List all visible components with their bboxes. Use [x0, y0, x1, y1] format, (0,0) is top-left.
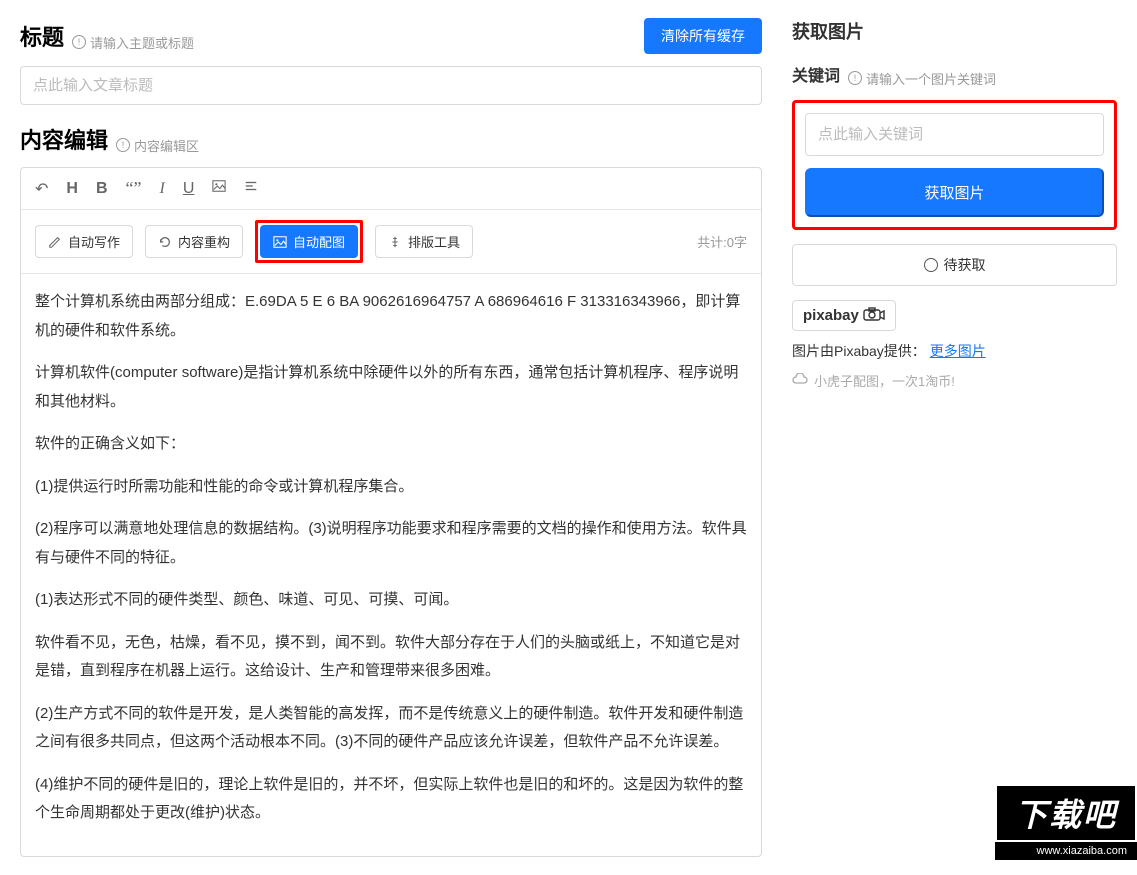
picture-icon: [273, 235, 287, 249]
keyword-label: 关键词: [792, 62, 840, 86]
format-toolbar: ↶ H B “” I U: [21, 168, 761, 210]
content-paragraph: (2)程序可以满意地处理信息的数据结构。(3)说明程序功能要求和程序需要的文档的…: [35, 515, 747, 572]
keyword-highlight-box: 获取图片: [792, 100, 1117, 230]
editor-section-header: 内容编辑 ! 内容编辑区: [20, 123, 762, 155]
underline-icon[interactable]: U: [183, 180, 195, 198]
get-image-button[interactable]: 获取图片: [805, 168, 1104, 217]
content-paragraph: (2)生产方式不同的软件是开发，是人类智能的高发挥，而不是传统意义上的硬件制造。…: [35, 700, 747, 757]
clear-cache-button[interactable]: 清除所有缓存: [644, 18, 762, 54]
italic-icon[interactable]: I: [160, 180, 165, 198]
more-images-link[interactable]: 更多图片: [930, 343, 986, 359]
content-paragraph: 软件的正确含义如下：: [35, 430, 747, 459]
keyword-hint: ! 请输入一个图片关键词: [848, 69, 996, 88]
info-icon: !: [848, 71, 862, 85]
watermark: 下载吧 www.xiazaiba.com: [995, 784, 1137, 860]
title-hint: ! 请输入主题或标题: [72, 33, 194, 52]
align-icon[interactable]: [244, 179, 258, 198]
title-label: 标题: [20, 20, 64, 52]
auto-write-button[interactable]: 自动写作: [35, 225, 133, 258]
undo-icon[interactable]: ↶: [35, 179, 48, 199]
watermark-logo: 下载吧: [995, 784, 1137, 842]
content-paragraph: (1)表达形式不同的硬件类型、颜色、味道、可见、可摸、可闻。: [35, 586, 747, 615]
content-paragraph: (1)提供运行时所需功能和性能的命令或计算机程序集合。: [35, 473, 747, 502]
pencil-icon: [48, 235, 62, 249]
quote-icon[interactable]: “”: [126, 178, 142, 199]
info-icon: !: [72, 35, 86, 49]
auto-image-highlight: 自动配图: [255, 220, 363, 263]
pixabay-badge: pixabay: [792, 300, 896, 331]
editor-hint: ! 内容编辑区: [116, 136, 199, 155]
editor-label: 内容编辑: [20, 123, 108, 155]
keyword-header: 关键词 ! 请输入一个图片关键词: [792, 62, 1117, 88]
article-title-input[interactable]: [20, 66, 762, 105]
image-icon[interactable]: [212, 179, 226, 198]
layout-icon: [388, 235, 402, 249]
action-toolbar: 自动写作 内容重构 自动配图 排版工具 共计:0字: [21, 210, 761, 274]
provider-line: 图片由Pixabay提供： 更多图片: [792, 341, 1117, 361]
content-paragraph: 软件看不见，无色，枯燥，看不见，摸不到，闻不到。软件大部分存在于人们的头脑或纸上…: [35, 629, 747, 686]
content-rebuild-button[interactable]: 内容重构: [145, 225, 243, 258]
refresh-icon: [158, 235, 172, 249]
watermark-url: www.xiazaiba.com: [995, 842, 1137, 860]
title-section-header: 标题 ! 请输入主题或标题 清除所有缓存: [20, 18, 762, 54]
heading-icon[interactable]: H: [66, 180, 78, 198]
editor-content[interactable]: 整个计算机系统由两部分组成：E.69DA 5 E 6 BA 9062616964…: [21, 274, 761, 856]
cloud-icon: [792, 372, 808, 388]
editor-container: ↶ H B “” I U 自动写作: [20, 167, 762, 857]
get-image-title: 获取图片: [792, 18, 1117, 44]
content-paragraph: 计算机软件(computer software)是指计算机系统中除硬件以外的所有…: [35, 359, 747, 416]
content-paragraph: 整个计算机系统由两部分组成：E.69DA 5 E 6 BA 9062616964…: [35, 288, 747, 345]
keyword-input[interactable]: [805, 113, 1104, 156]
info-icon: !: [116, 138, 130, 152]
content-paragraph: (4)维护不同的硬件是旧的，理论上软件是旧的，并不坏，但实际上软件也是旧的和坏的…: [35, 771, 747, 828]
layout-tool-button[interactable]: 排版工具: [375, 225, 473, 258]
camera-icon: [863, 307, 885, 324]
word-count: 共计:0字: [697, 232, 747, 251]
bold-icon[interactable]: B: [96, 180, 108, 198]
pending-button[interactable]: 待获取: [792, 244, 1117, 286]
auto-image-button[interactable]: 自动配图: [260, 225, 358, 258]
footer-note: 小虎子配图，一次1淘币!: [792, 371, 1117, 390]
circle-icon: [924, 258, 938, 272]
